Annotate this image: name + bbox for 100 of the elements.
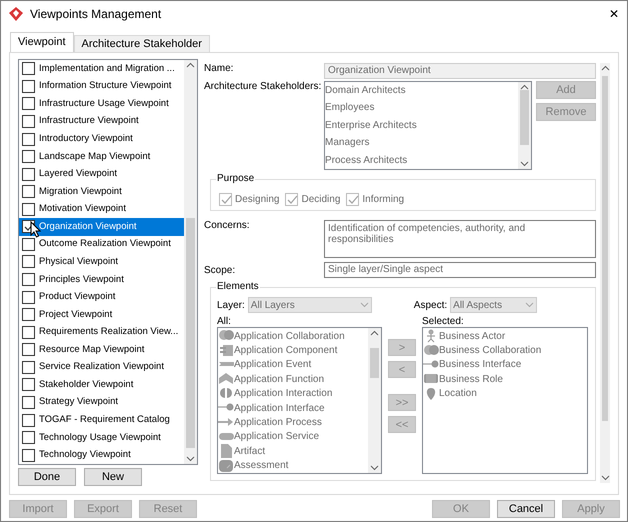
checkbox[interactable] (22, 168, 35, 181)
checkbox[interactable] (22, 308, 35, 322)
window-title: Viewpoints Management (30, 7, 162, 21)
list-item[interactable]: Application Collaboration (234, 330, 345, 342)
list-item[interactable]: Migration Viewpoint (38, 184, 123, 199)
list-item[interactable]: Application Service (234, 431, 320, 442)
list-item[interactable]: Business Actor (439, 330, 506, 342)
checkbox[interactable] (22, 326, 35, 339)
list-item[interactable]: Product Viewpoint (38, 290, 116, 304)
list-item[interactable]: Managers (325, 134, 518, 152)
scroll-thumb[interactable] (370, 348, 379, 378)
scrollbar[interactable] (600, 63, 610, 483)
list-item[interactable]: Application Process (234, 417, 322, 428)
collaboration-icon (423, 344, 439, 358)
list-item[interactable]: Requirements Realization View... (38, 325, 180, 340)
checkbox[interactable] (22, 396, 35, 409)
list-item[interactable]: Domain Architects (325, 82, 518, 100)
checkbox[interactable] (22, 185, 35, 198)
list-item[interactable]: Enterprise Architects (325, 116, 518, 134)
scroll-down-icon[interactable] (520, 161, 529, 167)
tab[interactable]: Architecture Stakeholder (74, 35, 210, 52)
checkbox[interactable] (22, 202, 35, 216)
list-item[interactable]: Outcome Realization Viewpoint (38, 237, 172, 252)
scroll-thumb[interactable] (520, 90, 529, 145)
checkbox[interactable] (22, 97, 35, 110)
close-button[interactable]: ✕ (609, 7, 619, 21)
scope-field[interactable]: Single layer/Single aspect (324, 262, 596, 278)
scrollbar[interactable] (368, 328, 381, 473)
list-item[interactable]: Assessment (234, 460, 288, 472)
tab[interactable]: Viewpoint (10, 32, 74, 52)
list-item[interactable]: Application Function (234, 374, 324, 385)
field-label: Concerns: (204, 220, 251, 231)
scroll-down-icon[interactable] (186, 456, 195, 462)
list-item[interactable]: Application Interaction (234, 388, 332, 400)
list-item[interactable]: TOGAF - Requirement Catalog (38, 413, 171, 428)
list-item[interactable]: Introductory Viewpoint (38, 132, 134, 146)
checkbox[interactable] (22, 360, 35, 374)
scroll-down-icon[interactable] (370, 465, 379, 471)
list-item[interactable]: Location (439, 388, 477, 400)
list-item[interactable]: Strategy Viewpoint (38, 395, 120, 410)
list-item[interactable]: Stakeholder Viewpoint (38, 378, 134, 392)
scroll-thumb[interactable] (186, 218, 195, 448)
list-label: All: (217, 316, 232, 327)
scrollbar[interactable] (518, 82, 531, 169)
list-item[interactable]: Layered Viewpoint (38, 167, 118, 182)
list-button[interactable]: New (84, 468, 142, 486)
list-item[interactable]: Principles Viewpoint (38, 272, 125, 287)
checkbox[interactable] (22, 150, 35, 164)
list-item[interactable]: Landscape Map Viewpoint (38, 150, 152, 164)
list-item[interactable]: Technology Usage Viewpoint (38, 430, 162, 445)
list-item[interactable]: Infrastructure Viewpoint (38, 114, 140, 128)
list-item[interactable]: Resource Map Viewpoint (38, 342, 146, 357)
assessment-icon (218, 458, 234, 473)
checkbox[interactable] (22, 114, 35, 128)
list-item[interactable]: Information Structure Viewpoint (38, 79, 172, 94)
scroll-up-icon[interactable] (370, 330, 379, 336)
checkbox[interactable] (22, 431, 35, 444)
scroll-up-icon[interactable] (520, 84, 529, 90)
footer-button[interactable]: Cancel (497, 500, 555, 518)
checkbox[interactable] (22, 290, 35, 304)
list-item[interactable]: Artifact (234, 446, 266, 457)
list-item[interactable]: Service Realization Viewpoint (38, 360, 165, 374)
list-item[interactable]: Business Role (439, 374, 503, 385)
checkbox[interactable] (22, 255, 35, 268)
checkbox[interactable] (22, 132, 35, 146)
list-item[interactable]: Project Viewpoint (38, 308, 114, 322)
checkbox[interactable] (22, 378, 35, 392)
scroll-thumb[interactable] (602, 76, 608, 421)
checkbox[interactable] (22, 414, 35, 427)
checkbox[interactable] (22, 448, 35, 462)
list-item[interactable]: Application Event (234, 359, 312, 370)
pointer-icon (30, 221, 41, 238)
checkbox[interactable] (22, 238, 35, 251)
scroll-down-icon[interactable] (600, 475, 610, 481)
checkbox[interactable] (22, 273, 35, 286)
artifact-icon (218, 444, 234, 458)
list-item[interactable]: Business Collaboration (439, 345, 542, 356)
list-item[interactable]: Application Component (234, 345, 338, 356)
scroll-up-icon[interactable] (186, 62, 195, 68)
checkbox[interactable] (22, 80, 35, 93)
scroll-up-icon[interactable] (600, 65, 610, 71)
checkbox[interactable] (22, 62, 35, 76)
list-button[interactable]: Done (18, 468, 76, 486)
concerns-field[interactable]: Identification of competencies, authority, and responsibilities (324, 220, 596, 258)
checkbox[interactable] (22, 343, 35, 356)
list-item[interactable]: Technology Viewpoint (38, 448, 132, 462)
list-item[interactable]: Employees (325, 99, 518, 117)
list-item[interactable]: Business Interface (439, 359, 522, 370)
checkbox-label: Deciding (301, 194, 340, 204)
name-field[interactable]: Organization Viewpoint (324, 63, 596, 79)
list-item[interactable]: Process Architects (325, 152, 518, 170)
list-item[interactable]: Application Interface (234, 402, 325, 414)
list-item[interactable]: Motivation Viewpoint (38, 202, 127, 216)
list-item[interactable]: Infrastructure Usage Viewpoint (38, 96, 170, 111)
scrollbar[interactable] (184, 60, 197, 464)
list-item-highlight[interactable]: Organization Viewpoint (19, 218, 184, 236)
list-label: Selected: (422, 316, 465, 327)
list-item[interactable]: Physical Viewpoint (38, 254, 120, 269)
list-item[interactable]: Implementation and Migration ... (38, 62, 176, 76)
list-item[interactable]: Organization Viewpoint (38, 220, 138, 234)
